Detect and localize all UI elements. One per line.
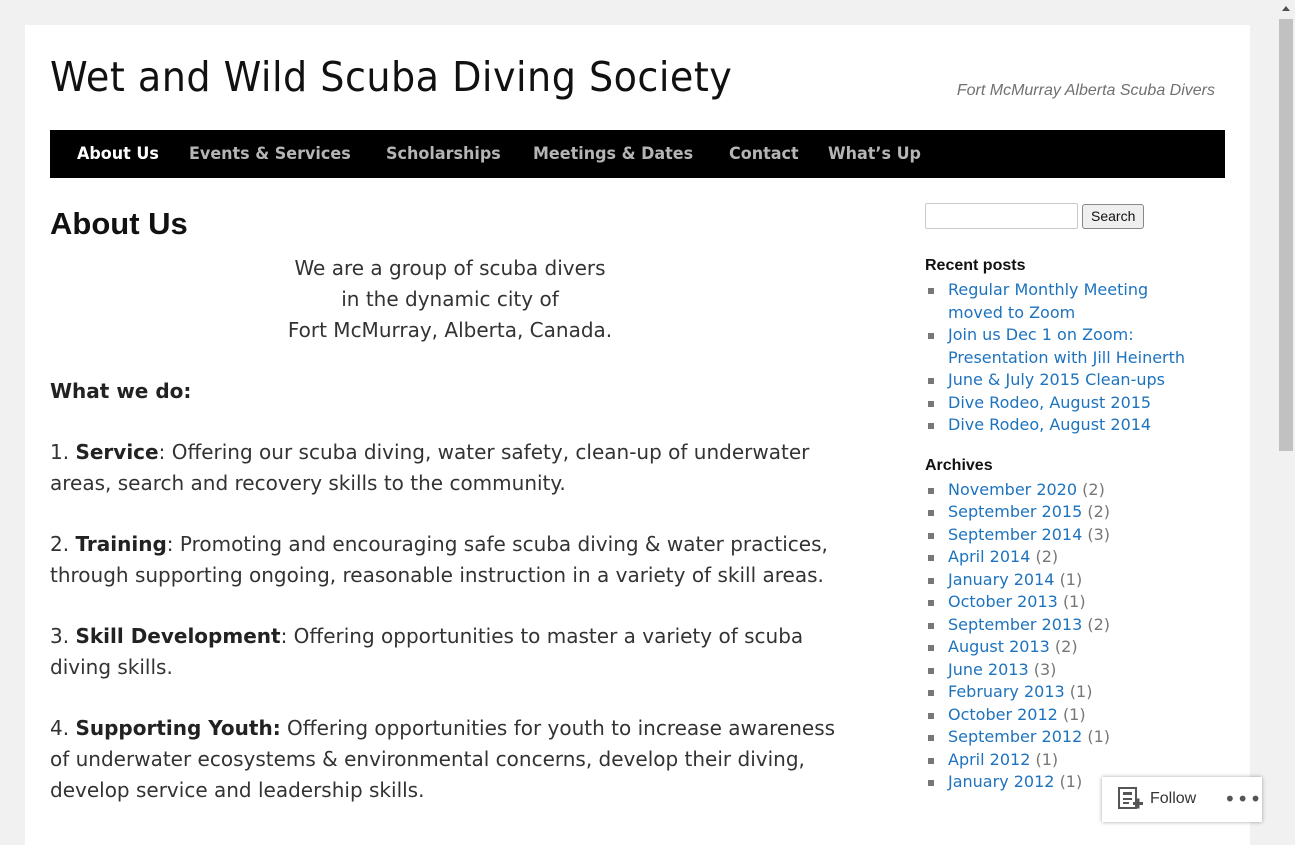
main-content: About Us We are a group of scuba divers …	[50, 205, 850, 806]
archives-list: November 2020 (2) September 2015 (2) Sep…	[925, 479, 1195, 794]
list-item: Regular Monthly Meeting moved to Zoom	[925, 279, 1195, 324]
sidebar: Search Recent posts Regular Monthly Meet…	[925, 203, 1195, 794]
training-paragraph: 2. Training: Promoting and encouraging s…	[50, 532, 828, 587]
scrollbar[interactable]	[1277, 0, 1295, 832]
archive-link[interactable]: February 2013	[948, 682, 1065, 701]
scroll-up-arrow-icon[interactable]	[1282, 6, 1290, 11]
site-tagline: Fort McMurray Alberta Scuba Divers	[956, 82, 1215, 99]
supporting-youth-paragraph: 4. Supporting Youth: Offering opportunit…	[50, 716, 836, 802]
archives-title: Archives	[925, 456, 993, 474]
nav-item-events-services[interactable]: Events & Services	[189, 144, 351, 164]
recent-post-link[interactable]: Dive Rodeo, August 2014	[948, 415, 1151, 434]
archive-link[interactable]: September 2012	[948, 727, 1082, 746]
list-item: August 2013 (2)	[925, 636, 1195, 659]
intro-line: We are a group of scuba divers	[294, 256, 606, 280]
archive-count: (1)	[1087, 727, 1111, 746]
archive-link[interactable]: September 2015	[948, 502, 1082, 521]
scrollbar-thumb[interactable]	[1279, 19, 1293, 451]
archive-link[interactable]: January 2012	[948, 772, 1054, 791]
archive-count: (1)	[1062, 592, 1086, 611]
archive-count: (1)	[1035, 749, 1059, 769]
archive-count: (1)	[1059, 569, 1083, 589]
list-item: January 2014 (1)	[925, 569, 1195, 592]
list-item: February 2013 (1)	[925, 681, 1195, 704]
list-item: April 2012 (1)	[925, 749, 1195, 772]
follow-widget[interactable]: Follow •••	[1102, 777, 1262, 822]
supporting-youth-term: Supporting Youth:	[75, 716, 281, 740]
training-term: Training	[75, 532, 167, 556]
archive-link[interactable]: September 2014	[948, 525, 1082, 544]
archive-link[interactable]: April 2014	[948, 547, 1030, 566]
archive-count: (3)	[1033, 659, 1057, 679]
follow-icon	[1118, 787, 1143, 809]
list-item: November 2020 (2)	[925, 479, 1195, 502]
list-item: October 2012 (1)	[925, 704, 1195, 727]
recent-post-link[interactable]: Join us Dec 1 on Zoom: Presentation with…	[948, 325, 1185, 367]
archive-count: (1)	[1062, 704, 1086, 724]
intro-line: Fort McMurray, Alberta, Canada.	[287, 318, 613, 342]
list-item: April 2014 (2)	[925, 546, 1195, 569]
archive-link[interactable]: April 2012	[948, 750, 1030, 769]
search-form: Search	[925, 203, 1195, 229]
skill-development-paragraph: 3. Skill Development: Offering opportuni…	[50, 624, 804, 679]
nav-item-contact[interactable]: Contact	[729, 144, 799, 164]
archive-link[interactable]: October 2013	[948, 592, 1058, 611]
more-options-icon[interactable]: •••	[1224, 787, 1262, 811]
search-button[interactable]: Search	[1082, 203, 1145, 229]
search-input[interactable]	[925, 203, 1078, 229]
list-item: June & July 2015 Clean-ups	[925, 369, 1195, 392]
nav-item-whats-up[interactable]: What’s Up	[828, 144, 921, 164]
list-item: June 2013 (3)	[925, 659, 1195, 682]
recent-posts-title: Recent posts	[925, 257, 1026, 274]
recent-post-link[interactable]: Regular Monthly Meeting moved to Zoom	[948, 280, 1148, 322]
list-item: Dive Rodeo, August 2015	[925, 392, 1195, 415]
nav-item-about-us[interactable]: About Us	[77, 144, 159, 164]
page-heading: About Us	[50, 206, 188, 241]
recent-post-link[interactable]: June & July 2015 Clean-ups	[948, 370, 1165, 389]
intro-line: in the dynamic city of	[341, 287, 559, 311]
archive-count: (1)	[1059, 772, 1083, 791]
list-item: September 2013 (2)	[925, 614, 1195, 637]
intro-text: We are a group of scuba divers in the dy…	[50, 253, 850, 346]
archive-count: (2)	[1035, 547, 1059, 566]
service-term: Service	[75, 440, 159, 464]
nav-item-scholarships[interactable]: Scholarships	[386, 144, 501, 164]
list-item: September 2014 (3)	[925, 524, 1195, 547]
archive-link[interactable]: November 2020	[948, 480, 1077, 499]
nav-item-meetings-dates[interactable]: Meetings & Dates	[533, 144, 693, 164]
archive-count: (1)	[1069, 682, 1093, 701]
recent-posts-list: Regular Monthly Meeting moved to Zoom Jo…	[925, 279, 1195, 437]
list-item: September 2015 (2)	[925, 501, 1195, 524]
archive-count: (2)	[1087, 502, 1111, 521]
skill-development-term: Skill Development	[75, 624, 281, 648]
archive-link[interactable]: June 2013	[948, 660, 1029, 679]
archive-link[interactable]: January 2014	[948, 570, 1054, 589]
site-title[interactable]: Wet and Wild Scuba Diving Society	[50, 53, 732, 101]
list-item: October 2013 (1)	[925, 591, 1195, 614]
archive-count: (2)	[1087, 614, 1111, 634]
list-item: Dive Rodeo, August 2014	[925, 414, 1195, 437]
what-we-do-heading: What we do:	[50, 379, 192, 403]
archive-link[interactable]: September 2013	[948, 615, 1082, 634]
archive-link[interactable]: August 2013	[948, 637, 1050, 656]
archive-count: (2)	[1082, 479, 1105, 499]
list-item: September 2012 (1)	[925, 726, 1195, 749]
recent-post-link[interactable]: Dive Rodeo, August 2015	[948, 393, 1151, 412]
archive-count: (2)	[1054, 637, 1078, 656]
main-navigation: About Us Events & Services Scholarships …	[50, 130, 1225, 178]
list-item: Join us Dec 1 on Zoom: Presentation with…	[925, 324, 1195, 369]
archive-count: (3)	[1087, 524, 1111, 544]
follow-button-label[interactable]: Follow	[1150, 790, 1196, 808]
service-paragraph: 1. Service: Offering our scuba diving, w…	[50, 440, 810, 495]
archive-link[interactable]: October 2012	[948, 705, 1058, 724]
